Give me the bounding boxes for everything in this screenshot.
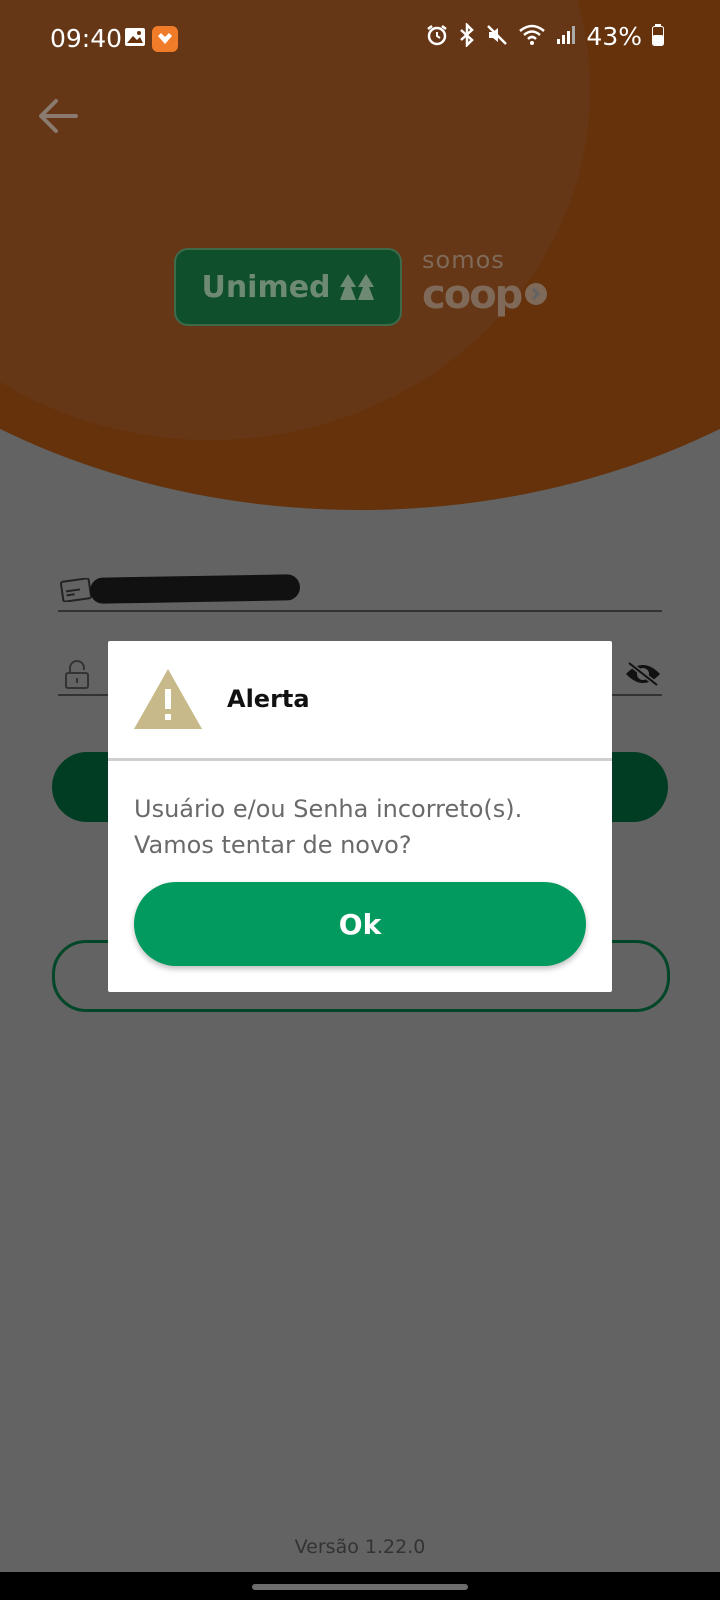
ok-button[interactable]: Ok (134, 882, 586, 966)
unimed-logo-text: Unimed (201, 269, 331, 305)
redacted-username (89, 574, 301, 604)
mute-icon (486, 24, 508, 50)
alarm-icon (426, 24, 448, 50)
bluetooth-icon (458, 21, 476, 51)
version-text: Versão 1.22.0 (294, 1536, 426, 1558)
dialog-divider (108, 758, 612, 761)
login-screen: 09:40 43% Unimed somos coop Versão 1.22.… (0, 0, 720, 1600)
signal-icon (556, 25, 576, 49)
alert-dialog: Alerta Usuário e/ou Senha incorreto(s). … (108, 641, 612, 992)
arrow-left-icon (39, 99, 78, 133)
gallery-icon (124, 26, 146, 48)
home-gesture-handle[interactable] (252, 1584, 468, 1590)
coop-arrow-icon (525, 283, 547, 305)
navigation-bar (0, 1572, 720, 1600)
app-notification-icon (152, 26, 178, 52)
battery-percent: 43% (586, 22, 642, 51)
dialog-title: Alerta (227, 685, 310, 713)
somos-coop-logo: somos coop (422, 246, 552, 326)
lock-icon (64, 660, 90, 694)
coop-logo-top: somos (422, 246, 505, 274)
dialog-message: Usuário e/ou Senha incorreto(s). Vamos t… (134, 795, 523, 859)
unimed-tree-icon (339, 274, 374, 300)
warning-icon (134, 669, 202, 729)
status-right: 43% (426, 21, 664, 51)
eye-off-icon[interactable] (624, 660, 662, 692)
wifi-icon (518, 24, 546, 50)
card-icon (60, 577, 92, 606)
battery-icon (652, 23, 664, 50)
dialog-header: Alerta (108, 641, 612, 759)
unimed-logo: Unimed (174, 248, 402, 326)
coop-logo-bottom: coop (422, 272, 523, 318)
back-button[interactable] (30, 88, 86, 144)
username-field[interactable] (58, 610, 662, 612)
status-bar: 09:40 43% (0, 0, 720, 80)
status-time: 09:40 (50, 24, 123, 53)
